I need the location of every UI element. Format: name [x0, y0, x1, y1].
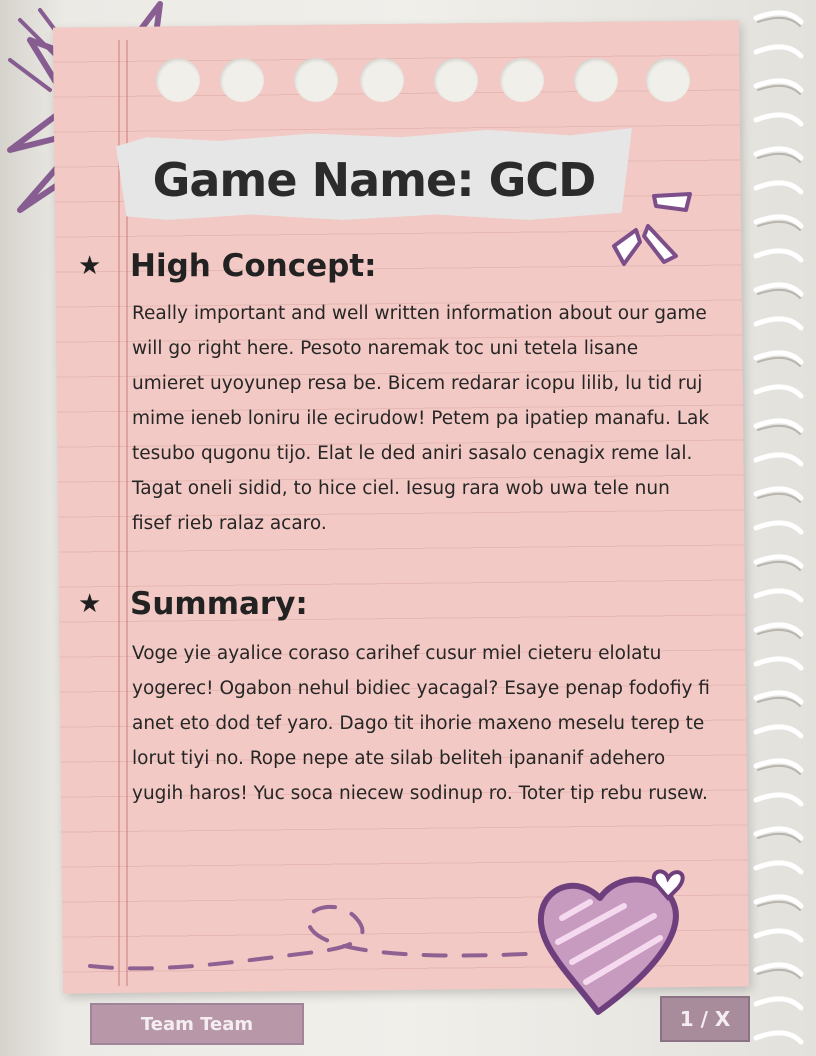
dashed-doodle-line: [88, 904, 528, 971]
page-title: Game Name: GCD: [152, 153, 597, 207]
punch-hole: [360, 58, 404, 102]
punch-hole: [500, 58, 544, 102]
punch-hole: [574, 58, 618, 102]
page-indicator: 1 / X: [660, 996, 750, 1042]
punch-hole: [294, 58, 338, 102]
sparkle-icon: [612, 192, 692, 266]
spiral-binding: [753, 10, 804, 1045]
star-icon: ★: [78, 251, 102, 281]
star-icon: ★: [78, 589, 102, 619]
punch-hole: [156, 58, 200, 102]
punch-hole: [220, 58, 264, 102]
section-heading-high-concept: ★ High Concept:: [78, 248, 377, 284]
section-heading-summary: ★ Summary:: [78, 586, 308, 622]
punch-hole: [646, 58, 690, 102]
team-label: Team Team: [90, 1003, 304, 1045]
section-body-summary: Voge yie ayalice coraso carihef cusur mi…: [132, 643, 710, 804]
punch-hole: [434, 58, 478, 102]
section-body-high-concept: Really important and well written inform…: [132, 303, 710, 534]
